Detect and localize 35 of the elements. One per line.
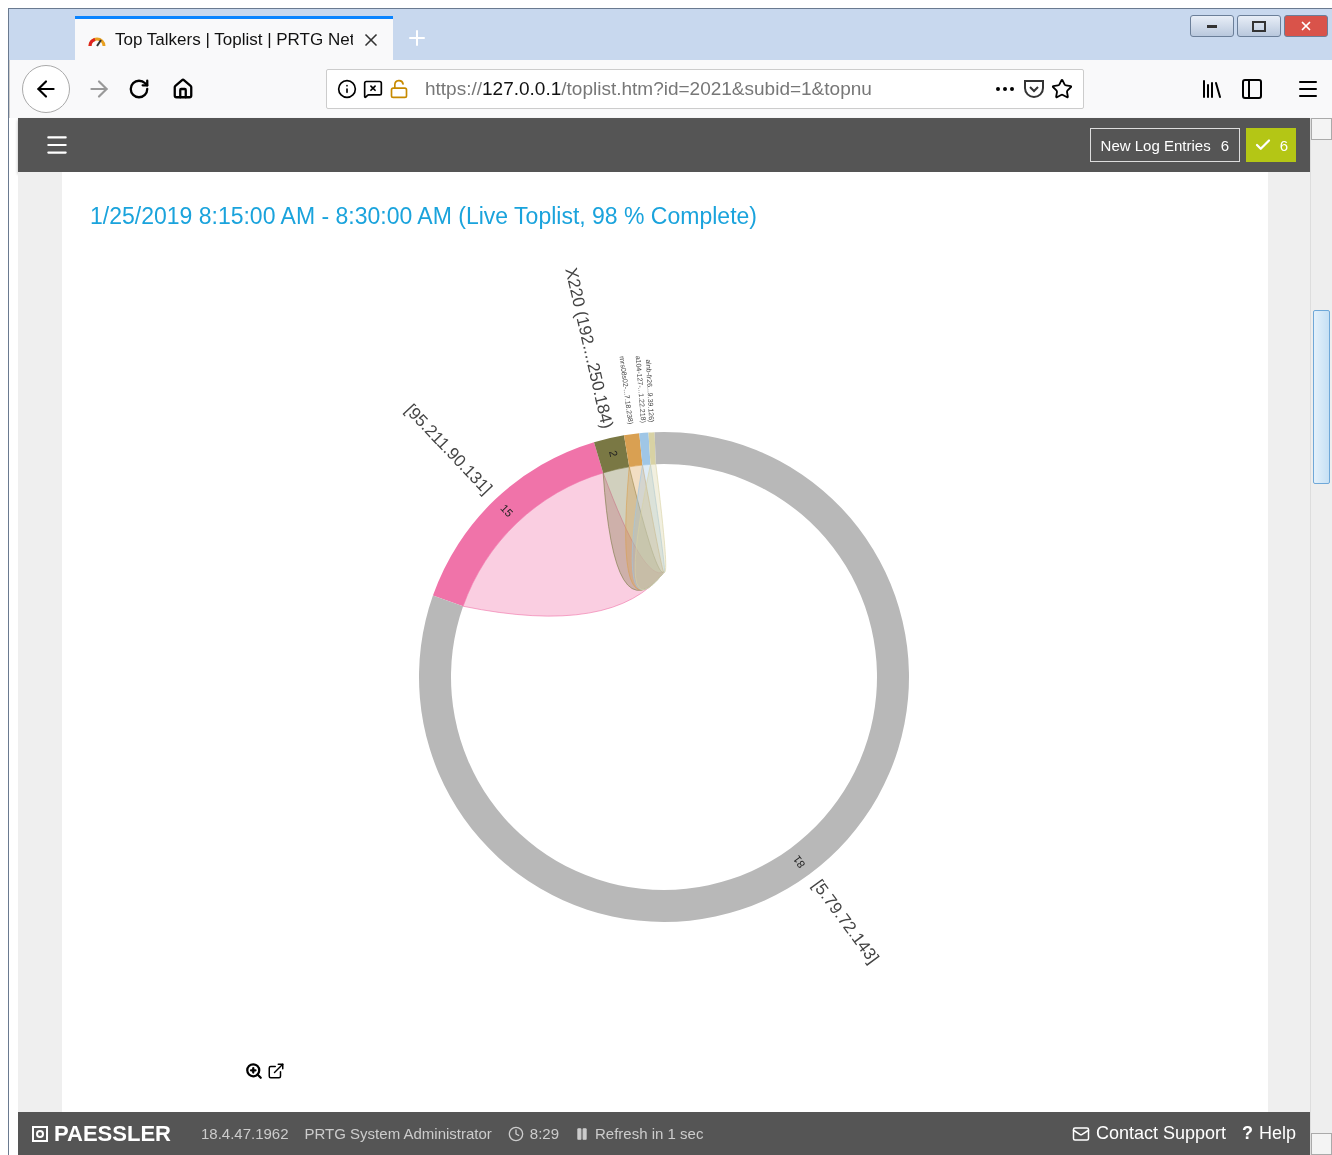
minimize-button[interactable] xyxy=(1190,15,1234,37)
zoom-icon[interactable] xyxy=(245,1062,263,1080)
log-entries-button[interactable]: New Log Entries 6 xyxy=(1089,128,1240,162)
slice-value: 81 xyxy=(790,853,808,871)
close-icon xyxy=(1299,19,1313,33)
contact-support-link[interactable]: Contact Support xyxy=(1095,1123,1226,1144)
maximize-button[interactable] xyxy=(1237,15,1281,37)
help-mark: ? xyxy=(1241,1123,1253,1144)
toplist-title: 1/25/2019 8:15:00 AM - 8:30:00 AM (Live Toplist, 98 % Complete) xyxy=(89,202,758,231)
sidebar-icon[interactable] xyxy=(1240,77,1264,101)
user-name: PRTG System Administrator xyxy=(304,1125,492,1142)
home-icon[interactable] xyxy=(172,78,194,100)
mail-icon xyxy=(1071,1124,1090,1143)
external-link-icon[interactable] xyxy=(267,1062,285,1080)
time-text: 8:29 xyxy=(529,1125,560,1142)
warning-lock-icon[interactable] xyxy=(389,79,409,99)
clock-icon xyxy=(507,1125,524,1142)
logo-icon xyxy=(32,1125,48,1142)
brand-name: PAESSLER xyxy=(54,1120,171,1147)
help-link[interactable]: Help xyxy=(1258,1123,1296,1144)
star-icon[interactable] xyxy=(1051,78,1073,100)
slice-value: 2 xyxy=(607,449,621,458)
library-icon[interactable] xyxy=(1200,77,1224,101)
pocket-icon[interactable] xyxy=(1023,79,1045,99)
version-text: 18.4.47.1962 xyxy=(200,1125,289,1142)
back-button[interactable] xyxy=(22,65,70,113)
pause-icon[interactable] xyxy=(575,1126,590,1141)
reload-icon[interactable] xyxy=(128,78,150,100)
url-text: https://127.0.0.1/toplist.htm?id=2021&subid=1&topnu xyxy=(425,78,873,100)
address-bar[interactable]: https://127.0.0.1/toplist.htm?id=2021&subid=1&topnu xyxy=(326,69,1084,109)
info-icon[interactable] xyxy=(337,79,357,99)
slice-value: 15 xyxy=(498,501,516,519)
scrollbar-thumb[interactable] xyxy=(1313,310,1330,484)
refresh-text: Refresh in 1 sec xyxy=(595,1125,704,1142)
permission-icon[interactable] xyxy=(363,79,383,99)
